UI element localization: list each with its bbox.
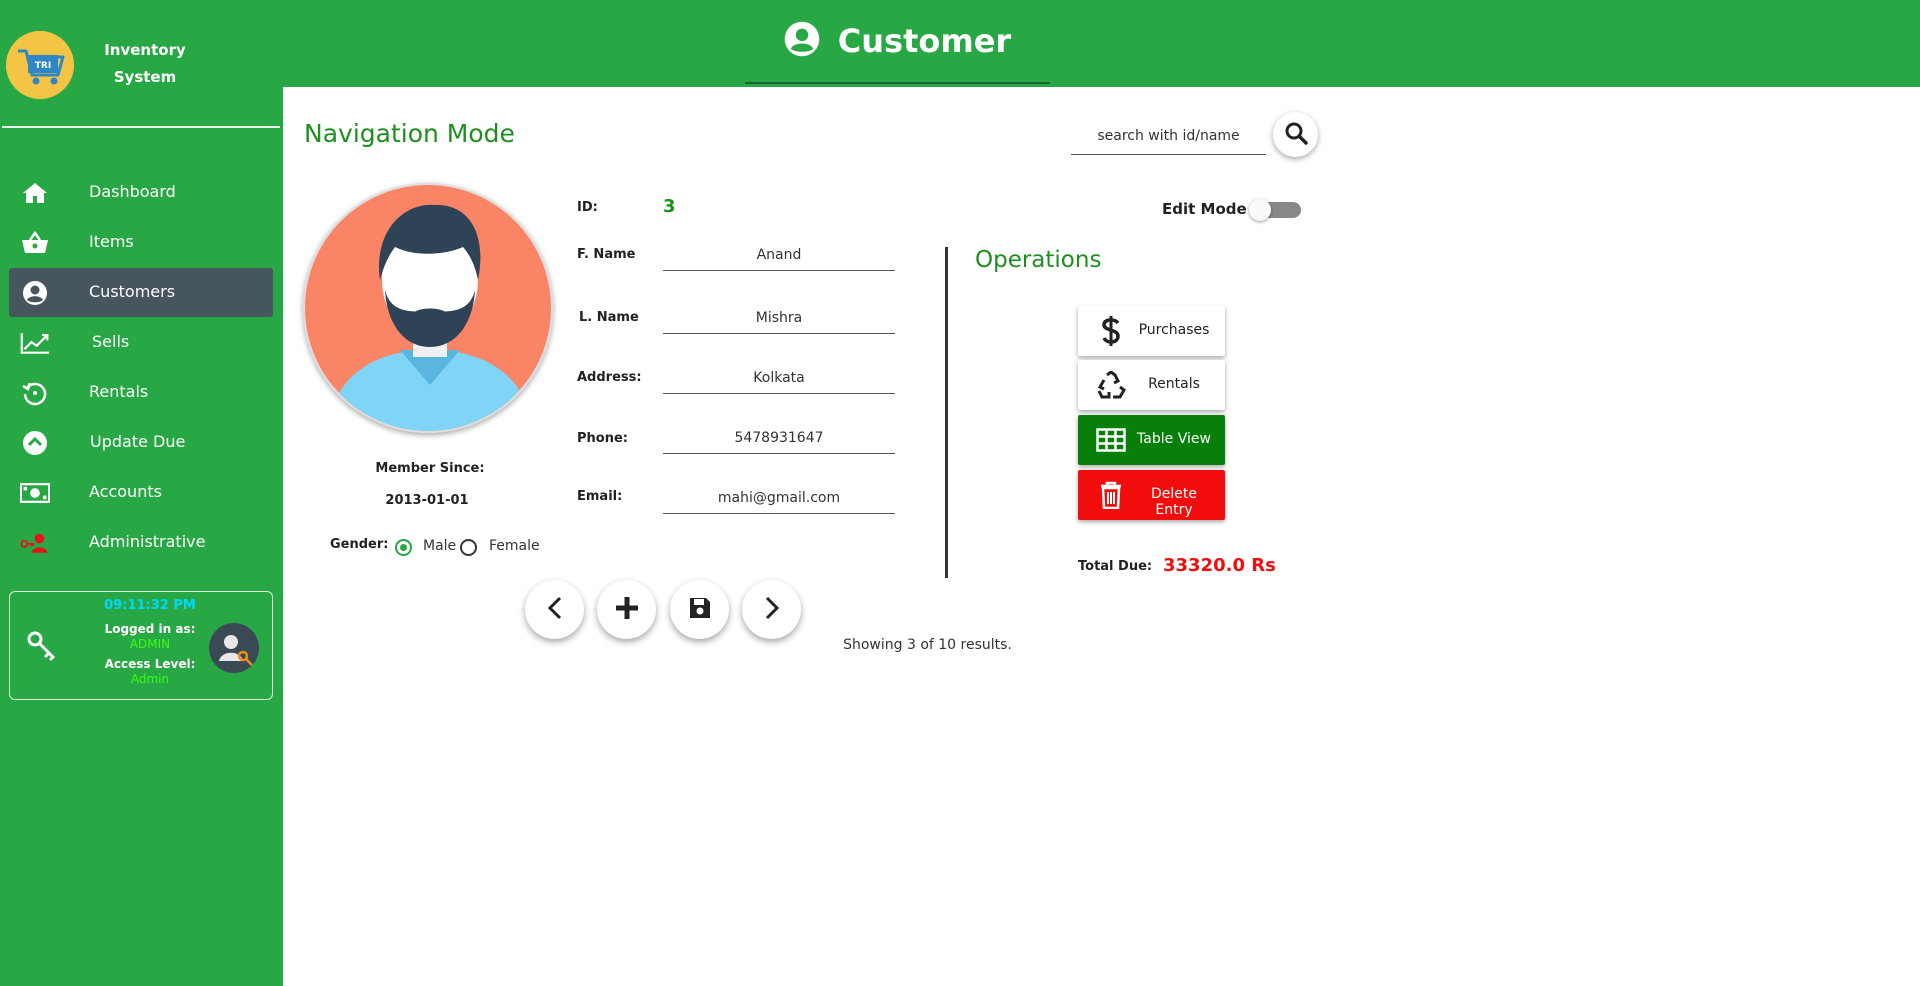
address-field[interactable]: Kolkata (663, 364, 895, 394)
table-view-button[interactable]: Table View (1078, 415, 1225, 465)
sidebar-item-rentals[interactable]: Rentals (9, 368, 273, 417)
sidebar-item-administrative[interactable]: Administrative (9, 518, 273, 567)
access-level-label: Access Level: (104, 657, 196, 671)
chart-line-icon (20, 329, 50, 357)
last-name-label: L. Name (579, 310, 639, 325)
basket-icon (20, 229, 50, 257)
customer-photo (303, 183, 553, 433)
member-since-label: Member Since: (375, 461, 485, 476)
search-input[interactable]: search with id/name (1071, 125, 1266, 155)
edit-mode-toggle[interactable] (1249, 199, 1301, 221)
section-divider (945, 247, 948, 578)
plus-icon (614, 595, 640, 625)
results-count: Showing 3 of 10 results. (843, 637, 1012, 653)
sidebar-item-sells[interactable]: Sells (9, 318, 273, 367)
sidebar-item-label: Update Due (90, 432, 186, 451)
sidebar-item-label: Sells (92, 332, 130, 351)
page-title: Customer (745, 0, 1050, 84)
money-icon (20, 479, 50, 507)
save-record-button[interactable] (670, 580, 729, 639)
total-due-label: Total Due: (1078, 559, 1153, 574)
save-icon (688, 596, 712, 624)
last-name-field[interactable]: Mishra (663, 304, 895, 334)
sidebar-item-label: Rentals (89, 382, 149, 401)
first-name-label: F. Name (577, 247, 636, 262)
delete-entry-label: Delete Entry (1151, 486, 1197, 518)
previous-record-button[interactable] (525, 580, 584, 639)
app-logo: TRI (6, 31, 74, 99)
sidebar-item-label: Administrative (89, 532, 206, 551)
sidebar-item-accounts[interactable]: Accounts (9, 468, 273, 517)
phone-label: Phone: (577, 431, 628, 446)
add-record-button[interactable] (597, 580, 656, 639)
member-since-value: 2013-01-01 (385, 493, 469, 508)
gender-female-radio[interactable] (460, 539, 477, 556)
admin-avatar (209, 623, 259, 673)
edit-mode-label: Edit Mode (1162, 200, 1247, 218)
clock-time: 09:11:32 PM (104, 598, 196, 613)
sidebar-item-label: Accounts (89, 482, 162, 501)
logo-text: TRI (35, 61, 51, 71)
sidebar-item-update-due[interactable]: Update Due (9, 418, 273, 467)
gender-female-label: Female (489, 538, 540, 554)
app-name-line2: System (113, 68, 177, 86)
sidebar-item-items[interactable]: Items (9, 218, 273, 267)
logged-in-user: ADMIN (129, 637, 171, 651)
history-icon (20, 379, 50, 407)
first-name-field[interactable]: Anand (663, 241, 895, 271)
phone-field[interactable]: 5478931647 (663, 424, 895, 454)
chevron-up-circle-icon (20, 429, 50, 457)
next-record-button[interactable] (742, 580, 801, 639)
table-icon (1096, 425, 1126, 455)
delete-entry-button[interactable]: Delete Entry (1078, 470, 1225, 520)
total-due-value: 33320.0 Rs (1163, 555, 1276, 576)
chevron-right-icon (763, 596, 781, 624)
recycle-icon (1096, 370, 1126, 400)
page-title-text: Customer (837, 22, 1012, 60)
keys-icon (24, 628, 60, 668)
gender-male-label: Male (423, 538, 457, 554)
user-key-icon (20, 529, 50, 557)
sidebar-divider (2, 126, 280, 128)
address-label: Address: (577, 370, 642, 385)
sidebar-item-label: Dashboard (89, 182, 176, 201)
sidebar-item-label: Customers (89, 282, 176, 301)
table-view-label: Table View (1137, 431, 1211, 447)
home-icon (20, 179, 50, 207)
gender-label: Gender: (330, 537, 389, 552)
dollar-icon (1096, 316, 1126, 346)
sidebar-item-customers[interactable]: Customers (9, 268, 273, 317)
id-label: ID: (577, 200, 598, 215)
purchases-label: Purchases (1138, 322, 1210, 338)
search-icon (1284, 121, 1308, 149)
trash-icon (1096, 480, 1126, 510)
app-name-line1: Inventory (104, 41, 186, 59)
purchases-button[interactable]: Purchases (1078, 306, 1225, 356)
search-placeholder: search with id/name (1097, 128, 1240, 144)
header-bar (283, 0, 1920, 87)
email-label: Email: (577, 489, 623, 504)
sidebar-item-label: Items (89, 232, 134, 251)
sidebar: TRI Inventory System Dashboard Items Cus… (0, 0, 283, 986)
chevron-left-icon (546, 596, 564, 624)
toggle-knob (1249, 199, 1271, 221)
mode-title: Navigation Mode (304, 119, 515, 148)
rentals-button[interactable]: Rentals (1078, 360, 1225, 410)
user-circle-icon (20, 279, 50, 307)
logged-in-label: Logged in as: (104, 622, 196, 636)
rentals-label: Rentals (1148, 376, 1200, 392)
gender-male-radio[interactable] (395, 539, 412, 556)
user-circle-icon (784, 21, 820, 61)
sidebar-item-dashboard[interactable]: Dashboard (9, 168, 273, 217)
email-field[interactable]: mahi@gmail.com (663, 484, 895, 514)
access-level-value: Admin (130, 672, 170, 686)
session-panel: 09:11:32 PM Logged in as: ADMIN Access L… (9, 591, 273, 700)
operations-title: Operations (975, 247, 1102, 273)
id-value: 3 (663, 196, 676, 217)
app-name: Inventory System (90, 37, 200, 91)
search-button[interactable] (1273, 112, 1318, 157)
